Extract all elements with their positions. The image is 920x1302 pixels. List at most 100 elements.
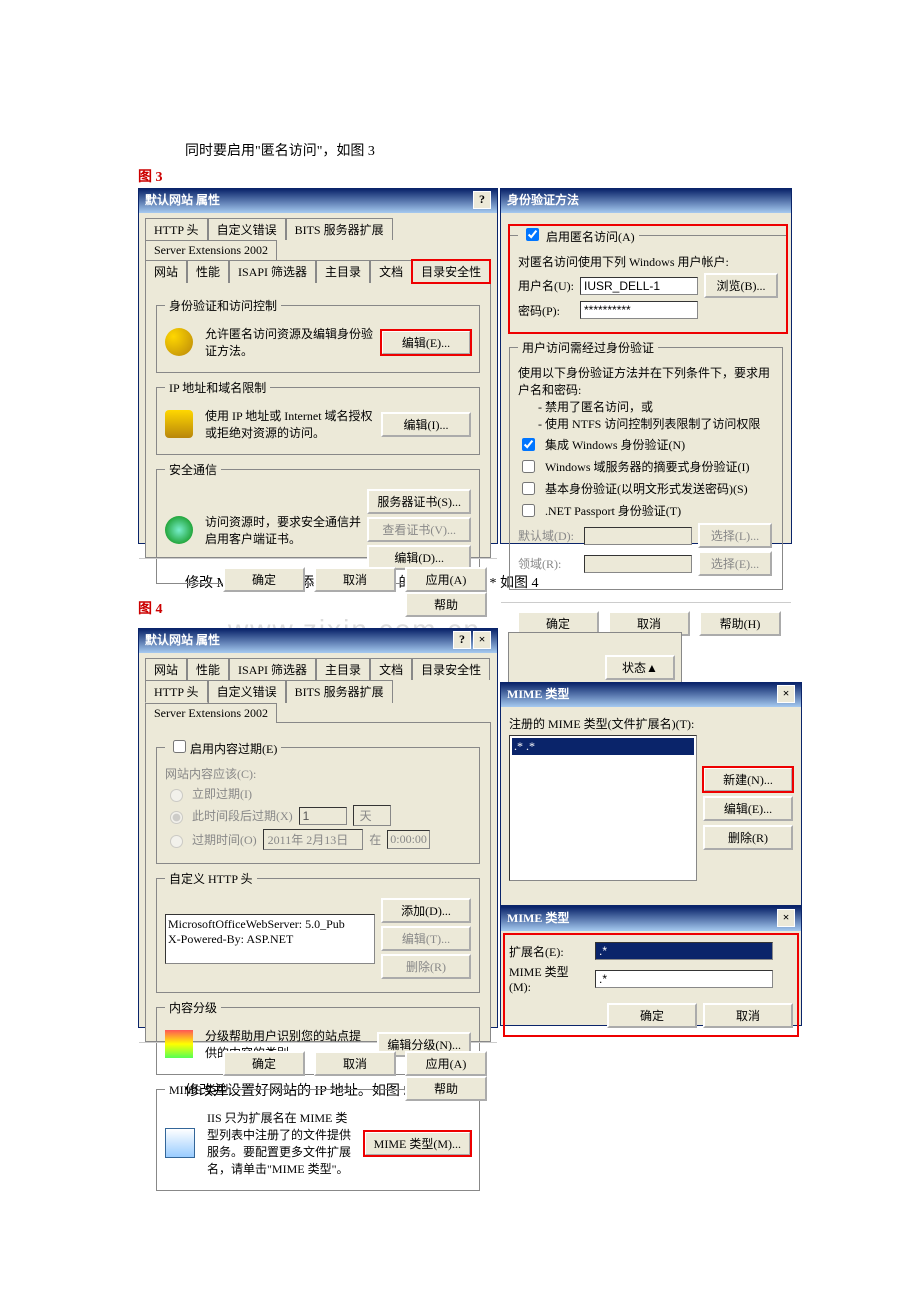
dialog-titlebar[interactable]: MIME 类型 × <box>501 907 801 931</box>
mime-edit-dialog: MIME 类型 × 扩展名(E): MIME 类型(M): 确定 取消 <box>500 906 802 1026</box>
mime-types-button[interactable]: MIME 类型(M)... <box>364 1131 471 1156</box>
passport-auth-checkbox[interactable] <box>522 504 535 517</box>
mime-list-dialog: MIME 类型 × 注册的 MIME 类型(文件扩展名)(T): .* .* 新… <box>500 682 802 906</box>
tab-isapi[interactable]: ISAPI 筛选器 <box>229 658 316 680</box>
close-icon[interactable]: × <box>473 631 491 649</box>
dialog-titlebar[interactable]: MIME 类型 × <box>501 683 801 707</box>
edit-ip-button[interactable]: 编辑(I)... <box>381 412 471 437</box>
delete-header-button: 删除(R) <box>381 954 471 979</box>
site-properties-dialog: 默认网站 属性 ? HTTP 头 自定义错误 BITS 服务器扩展 Server… <box>138 188 498 544</box>
password-label: 密码(P): <box>518 302 574 319</box>
help-button[interactable]: 帮助 <box>405 1076 487 1101</box>
tab-http-header[interactable]: HTTP 头 <box>145 218 208 240</box>
status-column-button[interactable]: 状态▲ <box>605 655 675 680</box>
tab-http-header[interactable]: HTTP 头 <box>145 680 208 703</box>
dialog-title: MIME 类型 <box>507 687 569 701</box>
secure-comm-legend: 安全通信 <box>165 461 221 478</box>
tab-home-dir[interactable]: 主目录 <box>316 260 370 283</box>
extension-input[interactable] <box>595 942 773 960</box>
expire-unit-select: 天 <box>353 805 391 826</box>
mime-type-label: MIME 类型(M): <box>509 963 589 995</box>
mime-type-input[interactable] <box>595 970 773 988</box>
digest-auth-label: Windows 域服务器的摘要式身份验证(I) <box>545 458 750 475</box>
expire-after-label: 此时间段后过期(X) <box>192 807 293 824</box>
passport-auth-label: .NET Passport 身份验证(T) <box>545 502 681 519</box>
list-item[interactable]: MicrosoftOfficeWebServer: 5.0_Pub <box>168 917 372 932</box>
tab-custom-errors[interactable]: 自定义错误 <box>208 218 286 240</box>
server-cert-button[interactable]: 服务器证书(S)... <box>367 489 471 514</box>
tab-isapi[interactable]: ISAPI 筛选器 <box>229 260 316 283</box>
enable-expire-checkbox[interactable] <box>173 740 186 753</box>
auth-desc: 允许匿名访问资源及编辑身份验证方法。 <box>205 325 375 359</box>
dialog-body: 注册的 MIME 类型(文件扩展名)(T): .* .* 新建(N)... 编辑… <box>501 707 801 892</box>
tab-custom-errors[interactable]: 自定义错误 <box>208 680 286 703</box>
password-input[interactable] <box>580 301 698 319</box>
tab-performance[interactable]: 性能 <box>187 260 229 283</box>
enable-anon-checkbox[interactable] <box>526 228 539 241</box>
rating-legend: 内容分级 <box>165 999 221 1016</box>
tab-home-dir[interactable]: 主目录 <box>316 658 370 680</box>
tab-docs[interactable]: 文档 <box>370 658 412 680</box>
apply-button[interactable]: 应用(A) <box>405 1051 487 1076</box>
dialog-title: 默认网站 属性 <box>145 633 220 647</box>
realm-label: 领域(R): <box>518 555 578 572</box>
dialog-titlebar[interactable]: 身份验证方法 <box>501 189 791 213</box>
expire-after-radio <box>170 811 183 824</box>
tabs-row: 网站 性能 ISAPI 筛选器 主目录 文档 目录安全性 <box>139 653 497 679</box>
tabs-row: HTTP 头 自定义错误 BITS 服务器扩展 Server Extension… <box>139 213 497 259</box>
browse-button[interactable]: 浏览(B)... <box>704 273 778 298</box>
username-input[interactable] <box>580 277 698 295</box>
tab-performance[interactable]: 性能 <box>187 658 229 680</box>
dialog-title: MIME 类型 <box>507 911 569 925</box>
apply-button[interactable]: 应用(A) <box>405 567 487 592</box>
tab-server-ext[interactable]: Server Extensions 2002 <box>145 240 277 260</box>
dialog-titlebar[interactable]: 默认网站 属性 ? <box>139 189 497 213</box>
edit-auth-button[interactable]: 编辑(E)... <box>381 330 471 355</box>
expire-desc: 网站内容应该(C): <box>165 765 471 782</box>
integrated-win-auth-checkbox[interactable] <box>522 438 535 451</box>
help-icon[interactable]: ? <box>473 191 491 209</box>
basic-auth-label: 基本身份验证(以明文形式发送密码)(S) <box>545 480 748 497</box>
globe-icon <box>165 516 193 544</box>
tab-website[interactable]: 网站 <box>145 658 187 680</box>
close-icon[interactable]: × <box>777 685 795 703</box>
tab-server-ext[interactable]: Server Extensions 2002 <box>145 703 277 723</box>
select-realm-button: 选择(E)... <box>698 551 772 576</box>
tab-website[interactable]: 网站 <box>145 260 187 283</box>
digest-auth-checkbox[interactable] <box>522 460 535 473</box>
mime-desc: IIS 只为扩展名在 MIME 类型列表中注册了的文件提供服务。要配置更多文件扩… <box>207 1109 358 1177</box>
mime-listbox[interactable]: .* .* <box>509 735 697 881</box>
ok-button[interactable]: 确定 <box>223 1051 305 1076</box>
tab-docs[interactable]: 文档 <box>370 260 412 283</box>
authenticated-legend: 用户访问需经过身份验证 <box>518 339 658 356</box>
tab-bits[interactable]: BITS 服务器扩展 <box>286 680 393 703</box>
http-headers-listbox[interactable]: MicrosoftOfficeWebServer: 5.0_Pub X-Powe… <box>165 914 375 964</box>
dialog-titlebar[interactable]: 默认网站 属性 × ? <box>139 629 497 653</box>
authenticated-desc: 使用以下身份验证方法并在下列条件下，要求用户名和密码: <box>518 364 774 398</box>
tab-panel: 身份验证和访问控制 允许匿名访问资源及编辑身份验证方法。 编辑(E)... IP… <box>145 282 491 558</box>
edit-mime-button[interactable]: 编辑(E)... <box>703 796 793 821</box>
dialog-body: 扩展名(E): MIME 类型(M): 确定 取消 <box>501 931 801 1039</box>
cancel-button[interactable]: 取消 <box>703 1003 793 1028</box>
tab-directory-security[interactable]: 目录安全性 <box>412 260 490 283</box>
content-expire-group: 启用内容过期(E) 网站内容应该(C): 立即过期(I) 此时间段后过期(X) … <box>156 737 480 864</box>
tab-bits[interactable]: BITS 服务器扩展 <box>286 218 393 240</box>
basic-auth-checkbox[interactable] <box>522 482 535 495</box>
expire-at-radio <box>170 835 183 848</box>
delete-mime-button[interactable]: 删除(R) <box>703 825 793 850</box>
ok-button[interactable]: 确定 <box>223 567 305 592</box>
cancel-button[interactable]: 取消 <box>314 1051 396 1076</box>
default-domain-label: 默认域(D): <box>518 527 578 544</box>
close-icon[interactable]: × <box>777 909 795 927</box>
tab-directory-security[interactable]: 目录安全性 <box>412 658 490 680</box>
tabs-row2: HTTP 头 自定义错误 BITS 服务器扩展 Server Extension… <box>139 679 497 722</box>
cancel-button[interactable]: 取消 <box>314 567 396 592</box>
help-icon[interactable]: ? <box>453 631 471 649</box>
help-button[interactable]: 帮助 <box>405 592 487 617</box>
list-item[interactable]: .* .* <box>512 738 694 755</box>
new-mime-button[interactable]: 新建(N)... <box>703 767 793 792</box>
add-header-button[interactable]: 添加(D)... <box>381 898 471 923</box>
key-icon <box>165 328 193 356</box>
ok-button[interactable]: 确定 <box>607 1003 697 1028</box>
list-item[interactable]: X-Powered-By: ASP.NET <box>168 932 372 947</box>
